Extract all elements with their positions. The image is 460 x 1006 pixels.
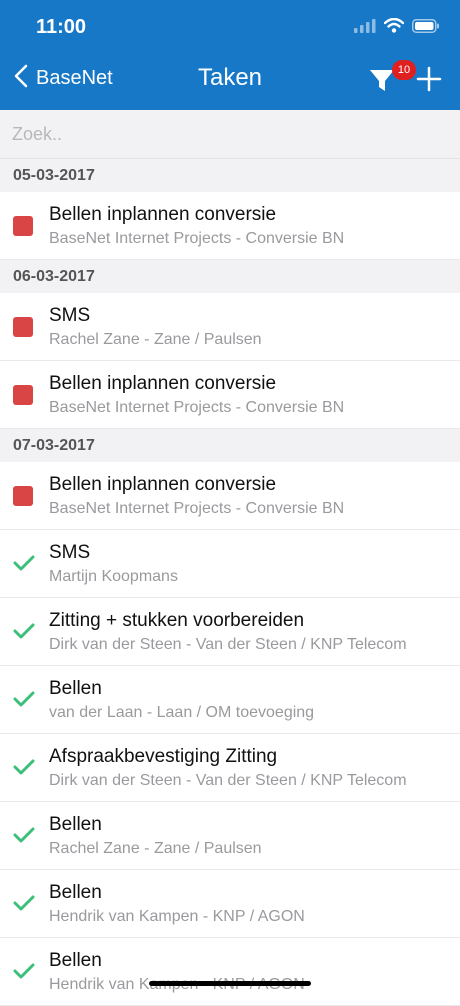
navigation-bar: 11:00 BaseNet Taken 10 <box>0 0 460 110</box>
task-title: Bellen <box>49 678 102 699</box>
search-input[interactable] <box>0 110 452 158</box>
checkmark-icon <box>13 759 35 775</box>
task-title: Bellen inplannen conversie <box>49 373 277 394</box>
home-indicator <box>149 981 311 986</box>
search-bar <box>0 110 460 159</box>
task-row[interactable]: Bellen inplannen conversie BaseNet Intern… <box>0 462 460 530</box>
wifi-icon <box>383 17 405 38</box>
filter-icon <box>368 70 396 98</box>
checkmark-icon <box>13 963 35 979</box>
task-title: Bellen <box>49 950 102 971</box>
checkmark-icon <box>13 895 35 911</box>
section-header-date: 05-03-2017 <box>0 159 460 192</box>
red-square-icon <box>13 317 33 337</box>
task-row[interactable]: SMS Martijn Koopmans <box>0 530 460 598</box>
section-header-date: 07-03-2017 <box>0 429 460 462</box>
section-header-date: 06-03-2017 <box>0 260 460 293</box>
task-title: Bellen inplannen conversie <box>49 204 277 225</box>
signal-icon <box>354 18 376 38</box>
task-list: 05-03-2017 Bellen inplannen conversie Base… <box>0 159 460 1006</box>
task-title: Zitting + stukken voorbereiden <box>49 610 305 631</box>
task-row[interactable]: Bellen Hendrik van Kampen - KNP / AGON <box>0 870 460 938</box>
task-subtitle: Rachel Zane - Zane / Paulsen <box>49 331 262 348</box>
task-subtitle: BaseNet Internet Projects - Conversie BN <box>49 399 345 416</box>
task-subtitle: Dirk van der Steen - Van der Steen / KNP… <box>49 636 407 653</box>
task-subtitle: Rachel Zane - Zane / Paulsen <box>49 840 262 857</box>
task-title: Bellen <box>49 814 102 835</box>
task-subtitle: Martijn Koopmans <box>49 568 178 585</box>
task-title: Bellen inplannen conversie <box>49 474 277 495</box>
task-title: SMS <box>49 542 91 563</box>
task-row[interactable]: Bellen Rachel Zane - Zane / Paulsen <box>0 802 460 870</box>
checkmark-icon <box>13 691 35 707</box>
task-row[interactable]: SMS Rachel Zane - Zane / Paulsen <box>0 293 460 361</box>
red-square-icon <box>13 216 33 236</box>
red-square-icon <box>13 385 33 405</box>
task-subtitle: BaseNet Internet Projects - Conversie BN <box>49 500 345 517</box>
task-subtitle: Hendrik van Kampen - KNP / AGON <box>49 908 305 925</box>
task-row[interactable]: Bellen inplannen conversie BaseNet Intern… <box>0 192 460 260</box>
task-row[interactable]: Bellen van der Laan - Laan / OM toevoegin… <box>0 666 460 734</box>
task-subtitle: van der Laan - Laan / OM toevoeging <box>49 704 315 721</box>
status-icons <box>354 17 440 38</box>
filter-count-badge: 10 <box>392 60 416 80</box>
task-row[interactable]: Afspraakbevestiging Zitting Dirk van der … <box>0 734 460 802</box>
status-time: 11:00 <box>36 16 87 38</box>
task-subtitle: BaseNet Internet Projects - Conversie BN <box>49 230 345 247</box>
checkmark-icon <box>13 623 35 639</box>
red-square-icon <box>13 486 33 506</box>
battery-icon <box>412 18 440 38</box>
task-title: Bellen <box>49 882 102 903</box>
checkmark-icon <box>13 555 35 571</box>
plus-icon <box>414 66 444 98</box>
task-title: SMS <box>49 305 91 326</box>
task-subtitle: Dirk van der Steen - Van der Steen / KNP… <box>49 772 407 789</box>
task-row[interactable]: Zitting + stukken voorbereiden Dirk van d… <box>0 598 460 666</box>
task-title: Afspraakbevestiging Zitting <box>49 746 278 767</box>
back-button[interactable]: BaseNet <box>14 64 113 93</box>
back-label: BaseNet <box>36 67 113 89</box>
add-task-button[interactable] <box>414 64 444 94</box>
checkmark-icon <box>13 827 35 843</box>
chevron-left-icon <box>14 64 28 93</box>
task-row[interactable]: Bellen inplannen conversie BaseNet Intern… <box>0 361 460 429</box>
